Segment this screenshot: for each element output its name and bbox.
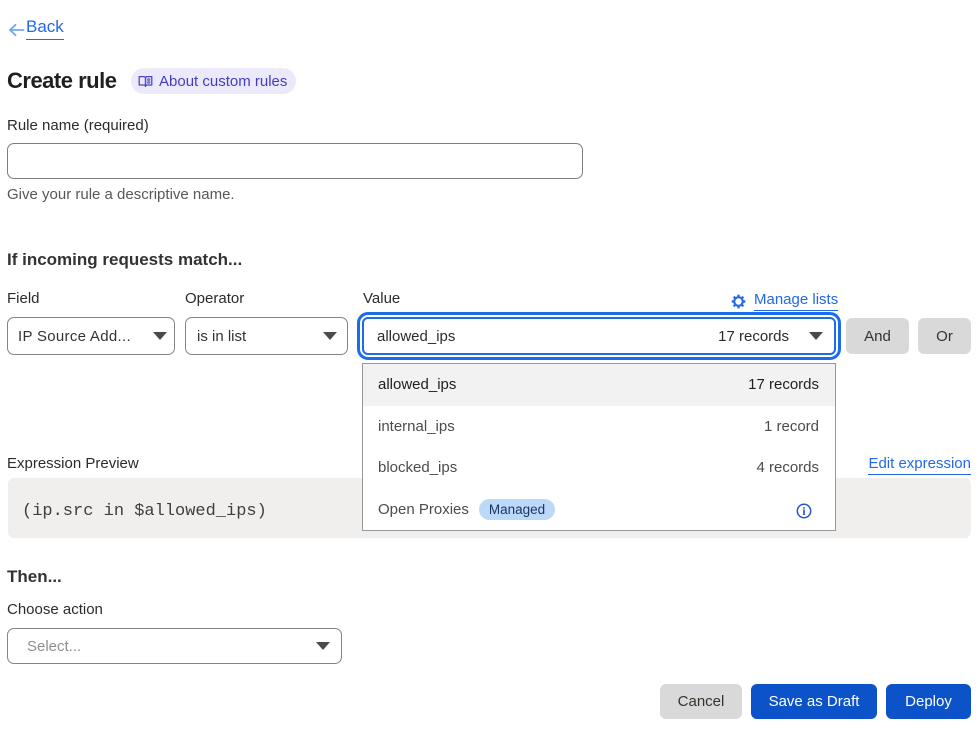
svg-text:i: i — [802, 506, 806, 518]
